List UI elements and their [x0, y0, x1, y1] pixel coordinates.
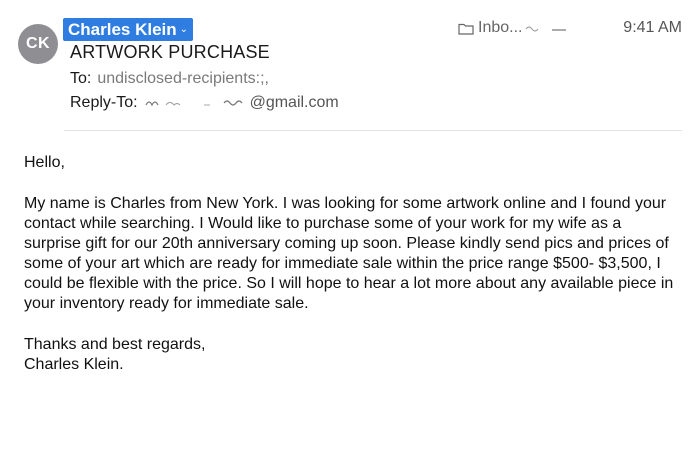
- message-body: Hello, My name is Charles from New York.…: [24, 153, 674, 375]
- header-divider: [64, 130, 682, 131]
- chevron-down-icon: ⌄: [179, 24, 189, 35]
- subject-line: ARTWORK PURCHASE: [70, 42, 270, 62]
- mailbox-label: Inbo...: [478, 19, 523, 36]
- timestamp: 9:41 AM: [623, 19, 682, 36]
- mailbox-indicator[interactable]: Inbo...: [458, 19, 568, 37]
- folder-icon: [458, 23, 474, 35]
- to-row: To: undisclosed-recipients:;,: [70, 70, 269, 88]
- message-paragraph: My name is Charles from New York. I was …: [24, 195, 674, 312]
- signature: Charles Klein.: [24, 356, 124, 373]
- redacted-address-mark: [145, 100, 243, 107]
- sender-name-button[interactable]: Charles Klein ⌄: [63, 18, 194, 41]
- closing: Thanks and best regards,: [24, 336, 206, 353]
- redacted-mark: [526, 26, 567, 32]
- to-value: undisclosed-recipients:;,: [97, 70, 269, 87]
- greeting: Hello,: [24, 154, 65, 171]
- reply-to-domain: @gmail.com: [249, 94, 339, 111]
- to-label: To:: [70, 70, 92, 87]
- sender-name: Charles Klein: [68, 19, 177, 39]
- avatar: CK: [18, 24, 58, 64]
- reply-to-row: Reply-To: @gmail.com: [70, 94, 339, 112]
- reply-to-label: Reply-To:: [70, 94, 138, 111]
